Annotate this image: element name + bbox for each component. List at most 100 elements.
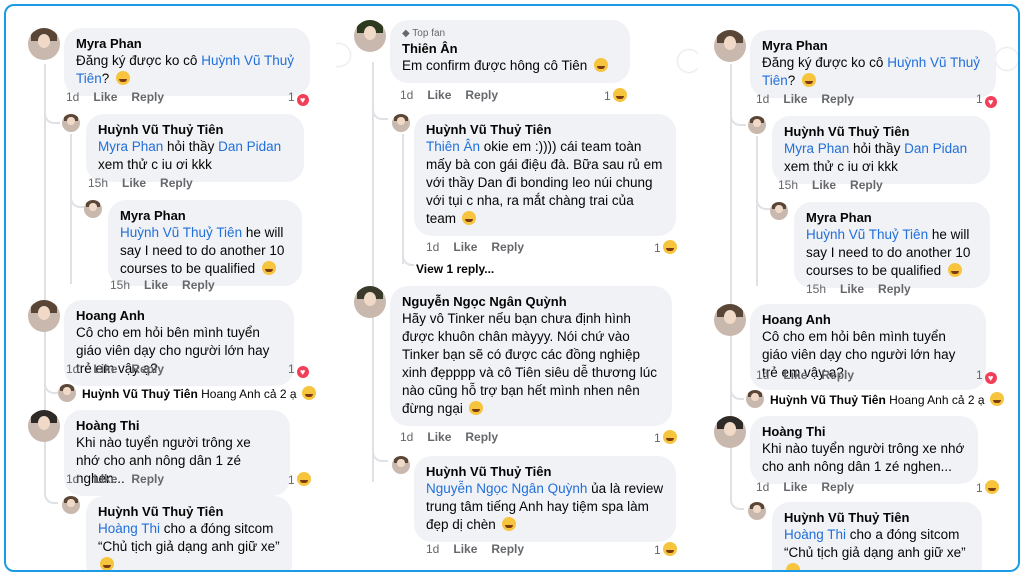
like-button[interactable]: Like [783, 368, 807, 382]
reaction-count[interactable]: 1 [288, 472, 311, 487]
reaction-count[interactable]: 1 [654, 240, 677, 255]
avatar[interactable] [354, 20, 386, 52]
like-button[interactable]: Like [453, 542, 477, 556]
avatar[interactable] [354, 286, 386, 318]
like-button[interactable]: Like [93, 90, 117, 104]
like-button[interactable]: Like [812, 178, 836, 192]
reply-button[interactable]: Reply [821, 480, 854, 494]
comment-author[interactable]: Huỳnh Vũ Thuỷ Tiên [426, 121, 664, 138]
avatar[interactable] [714, 416, 746, 448]
mention-link[interactable]: Hoàng Thi [784, 527, 846, 542]
rofl-emoji-icon [947, 263, 962, 277]
reply-button[interactable]: Reply [491, 240, 524, 254]
comment-author[interactable]: Hoang Anh [762, 311, 974, 328]
comment-actions: 15h Like Reply [88, 176, 193, 190]
grin-emoji-icon [801, 73, 816, 87]
smiling-hearts-emoji-icon [301, 386, 316, 400]
like-button[interactable]: Like [453, 240, 477, 254]
reaction-count[interactable]: 1 [654, 430, 677, 445]
reaction-count[interactable]: 1 ♥ [288, 90, 309, 106]
like-button[interactable]: Like [783, 92, 807, 106]
view-replies-link[interactable]: View 1 reply... [416, 262, 494, 276]
avatar[interactable] [748, 502, 766, 520]
like-button[interactable]: Like [122, 176, 146, 190]
like-button[interactable]: Like [93, 362, 117, 376]
comment-author[interactable]: Myra Phan [806, 209, 978, 226]
comment-author[interactable]: Myra Phan [120, 207, 290, 224]
collapsed-reply[interactable]: Huỳnh Vũ Thuỷ Tiên Hoang Anh cả 2 ạ [82, 386, 316, 401]
reply-button[interactable]: Reply [131, 90, 164, 104]
mention-link[interactable]: Myra Phan [98, 139, 163, 154]
avatar[interactable] [28, 300, 60, 332]
comment-author[interactable]: Huỳnh Vũ Thuỷ Tiên [98, 121, 292, 138]
avatar[interactable] [62, 114, 80, 132]
reply-preview-text: Hoang Anh cả 2 ạ [201, 387, 297, 401]
comment-author[interactable]: Myra Phan [76, 35, 298, 52]
avatar[interactable] [770, 202, 788, 220]
comment-author[interactable]: Hoàng Thi [76, 417, 278, 434]
mention-link[interactable]: Huỳnh Vũ Thuỷ Tiên [806, 227, 928, 242]
comment-author[interactable]: Huỳnh Vũ Thuỷ Tiên [784, 123, 978, 140]
comment-author[interactable]: Thiên Ân [402, 40, 618, 57]
middle-comment-column: ◆ Top fan Thiên Ân Em confirm được hông … [336, 6, 698, 570]
reply-button[interactable]: Reply [465, 88, 498, 102]
comment-author[interactable]: Huỳnh Vũ Thuỷ Tiên [770, 393, 886, 407]
comment-text: Đăng ký được ko cô [762, 55, 888, 70]
like-button[interactable]: Like [427, 88, 451, 102]
haha-reaction-icon [662, 430, 677, 444]
reply-button[interactable]: Reply [821, 368, 854, 382]
avatar[interactable] [28, 410, 60, 442]
avatar[interactable] [714, 30, 746, 62]
mention-link[interactable]: Hoàng Thi [98, 521, 160, 536]
reaction-count[interactable]: 1 ♥ [288, 362, 309, 378]
comment-author[interactable]: Huỳnh Vũ Thuỷ Tiên [82, 387, 198, 401]
avatar[interactable] [62, 496, 80, 514]
comment-author[interactable]: Hoàng Thi [762, 423, 966, 440]
reply-button[interactable]: Reply [182, 278, 215, 292]
like-button[interactable]: Like [427, 430, 451, 444]
comment-author[interactable]: Huỳnh Vũ Thuỷ Tiên [784, 509, 970, 526]
reply-button[interactable]: Reply [465, 430, 498, 444]
mention-link[interactable]: Myra Phan [784, 141, 849, 156]
avatar[interactable] [28, 28, 60, 60]
comment-text: Em confirm được hông cô Tiên [402, 58, 588, 73]
reaction-count[interactable]: 1 [604, 88, 627, 103]
reply-button[interactable]: Reply [878, 282, 911, 296]
like-button[interactable]: Like [840, 282, 864, 296]
mention-link[interactable]: Dan Pidan [904, 141, 967, 156]
avatar[interactable] [84, 200, 102, 218]
reply-button[interactable]: Reply [131, 472, 164, 486]
reply-button[interactable]: Reply [821, 92, 854, 106]
reply-preview-text: Hoang Anh cả 2 ạ [889, 393, 985, 407]
reply-button[interactable]: Reply [160, 176, 193, 190]
reaction-count[interactable]: 1 [976, 480, 999, 495]
like-button[interactable]: Like [93, 472, 117, 486]
avatar[interactable] [748, 116, 766, 134]
comment-actions: 1d Like Reply [66, 90, 165, 104]
reaction-count[interactable]: 1 [654, 542, 677, 557]
reaction-count[interactable]: 1 ♥ [976, 92, 997, 108]
reply-button[interactable]: Reply [131, 362, 164, 376]
avatar[interactable] [746, 390, 764, 408]
comment-author[interactable]: Myra Phan [762, 37, 984, 54]
comment-author[interactable]: Huỳnh Vũ Thuỷ Tiên [426, 463, 664, 480]
like-button[interactable]: Like [144, 278, 168, 292]
mention-link[interactable]: Nguyễn Ngọc Ngân Quỳnh [426, 481, 587, 496]
comment-actions: 1d Like Reply [400, 88, 499, 102]
comment-author[interactable]: Huỳnh Vũ Thuỷ Tiên [98, 503, 280, 520]
comment-author[interactable]: Nguyễn Ngọc Ngân Quỳnh [402, 293, 660, 310]
avatar[interactable] [714, 304, 746, 336]
avatar[interactable] [392, 456, 410, 474]
mention-link[interactable]: Huỳnh Vũ Thuỷ Tiên [120, 225, 242, 240]
mention-link[interactable]: Thiên Ân [426, 139, 480, 154]
avatar[interactable] [392, 114, 410, 132]
reply-button[interactable]: Reply [491, 542, 524, 556]
reaction-count[interactable]: 1 ♥ [976, 368, 997, 384]
mention-link[interactable]: Dan Pidan [218, 139, 281, 154]
like-button[interactable]: Like [783, 480, 807, 494]
avatar[interactable] [58, 384, 76, 402]
collapsed-reply[interactable]: Huỳnh Vũ Thuỷ Tiên Hoang Anh cả 2 ạ [770, 392, 1004, 407]
comment-actions: 15h Like Reply [110, 278, 215, 292]
comment-author[interactable]: Hoang Anh [76, 307, 282, 324]
reply-button[interactable]: Reply [850, 178, 883, 192]
